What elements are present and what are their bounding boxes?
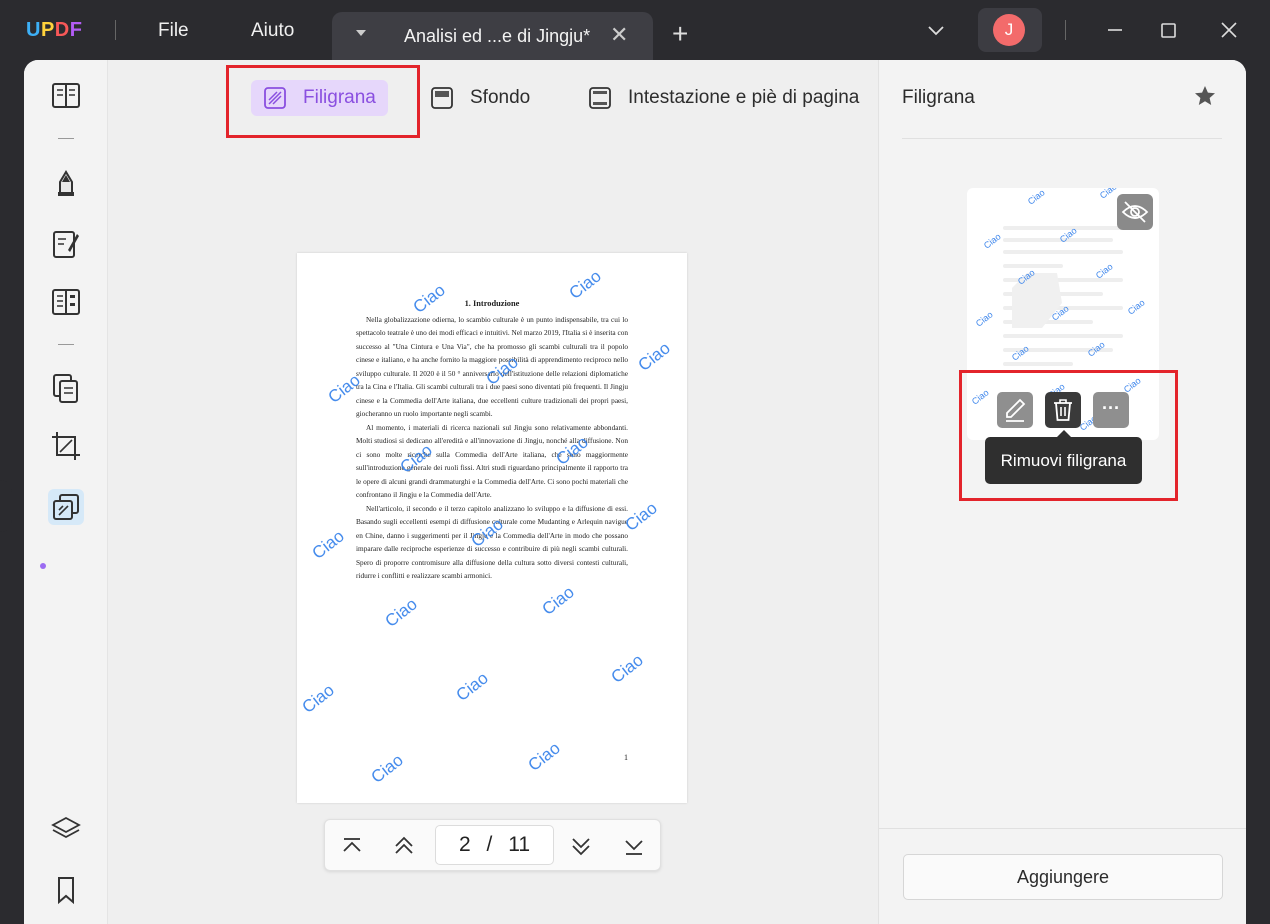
left-toolbar: [24, 60, 108, 924]
chevron-down-icon[interactable]: [926, 20, 946, 40]
watermark-text: Ciao: [981, 231, 1003, 251]
page-separator: /: [486, 833, 493, 856]
watermark-text: Ciao: [607, 650, 647, 687]
tab-dropdown-icon[interactable]: [356, 30, 366, 36]
watermark-text: Ciao: [367, 750, 407, 787]
header-footer-icon: [589, 87, 611, 109]
account-button[interactable]: J: [978, 8, 1042, 52]
page-number-input[interactable]: 2 / 11: [435, 825, 554, 865]
page-tools-icon[interactable]: [48, 489, 84, 525]
hide-watermark-button[interactable]: [1117, 194, 1153, 230]
sidebar-indicator: [40, 563, 46, 569]
watermark-text: Ciao: [973, 309, 995, 329]
document-workspace: Filigrana Sfondo Intestazione e piè di p…: [108, 60, 878, 924]
new-tab-icon[interactable]: +: [672, 20, 688, 48]
watermark-panel: Filigrana Ciao Ciao Ciao Ciao Ciao Ciao …: [878, 60, 1246, 924]
divider: [902, 138, 1222, 139]
watermark-text: Ciao: [634, 338, 674, 375]
divider: [879, 828, 1246, 829]
next-page-icon[interactable]: [568, 833, 594, 859]
tab-header-footer[interactable]: Intestazione e piè di pagina: [576, 80, 871, 116]
watermark-text: Ciao: [381, 594, 421, 631]
tab-close-icon[interactable]: ✕: [610, 22, 628, 48]
watermark-text: Ciao: [538, 582, 578, 619]
title-bar: UPDF File Aiuto Analisi ed ...e di Jingj…: [0, 0, 1270, 60]
reader-icon[interactable]: [48, 78, 84, 114]
minimize-icon[interactable]: [1101, 16, 1129, 44]
background-icon: [431, 87, 453, 109]
organize-pages-icon[interactable]: [48, 370, 84, 406]
add-watermark-button[interactable]: Aggiungere: [903, 854, 1223, 900]
tab-background-label: Sfondo: [470, 87, 531, 108]
document-tab[interactable]: Analisi ed ...e di Jingju* ✕: [332, 12, 653, 60]
menu-file[interactable]: File: [158, 20, 189, 42]
watermark-text: Ciao: [1125, 297, 1147, 317]
sidebar-handle[interactable]: [0, 480, 12, 532]
watermark-text: Ciao: [298, 680, 338, 717]
watermark-text: Ciao: [1025, 188, 1047, 207]
close-window-icon[interactable]: [1215, 16, 1243, 44]
tab-header-footer-label: Intestazione e piè di pagina: [628, 87, 860, 108]
total-pages: 11: [508, 833, 531, 856]
app-window: Filigrana Sfondo Intestazione e piè di p…: [24, 60, 1246, 924]
tab-title: Analisi ed ...e di Jingju*: [404, 26, 591, 46]
menu-help[interactable]: Aiuto: [251, 20, 294, 42]
divider: [58, 344, 74, 345]
star-icon[interactable]: [1193, 84, 1217, 108]
current-page: 2: [458, 833, 471, 856]
page-number: 1: [624, 753, 628, 762]
page-navigation: 2 / 11: [324, 819, 661, 871]
avatar: J: [993, 14, 1025, 46]
previous-page-icon[interactable]: [391, 833, 417, 859]
maximize-icon[interactable]: [1154, 16, 1182, 44]
crop-icon[interactable]: [48, 428, 84, 464]
watermark-text: Ciao: [1009, 343, 1031, 363]
highlight-box: [959, 370, 1178, 501]
watermark-text: Ciao: [1097, 188, 1119, 201]
panel-title: Filigrana: [902, 87, 975, 108]
watermark-text: Ciao: [452, 668, 492, 705]
edit-pdf-icon[interactable]: [48, 226, 84, 262]
last-page-icon[interactable]: [621, 833, 647, 859]
tab-background[interactable]: Sfondo: [418, 80, 542, 116]
updf-logo[interactable]: UPDF: [26, 19, 82, 42]
first-page-icon[interactable]: [339, 833, 365, 859]
bookmark-icon[interactable]: [48, 872, 84, 908]
highlight-box: [226, 65, 420, 138]
form-icon[interactable]: [48, 284, 84, 320]
watermark-text: Ciao: [1085, 339, 1107, 359]
divider: [58, 138, 74, 139]
eye-off-icon: [1121, 201, 1149, 223]
watermark-text: Ciao: [308, 526, 348, 563]
page-heading: 1. Introduzione: [464, 299, 520, 308]
watermark-text: Ciao: [524, 738, 564, 775]
divider: [115, 20, 116, 40]
highlighter-icon[interactable]: [48, 164, 84, 200]
divider: [1065, 20, 1066, 40]
layers-icon[interactable]: [48, 812, 84, 848]
pdf-page[interactable]: 1. Introduzione Nella globalizzazione od…: [297, 253, 687, 803]
